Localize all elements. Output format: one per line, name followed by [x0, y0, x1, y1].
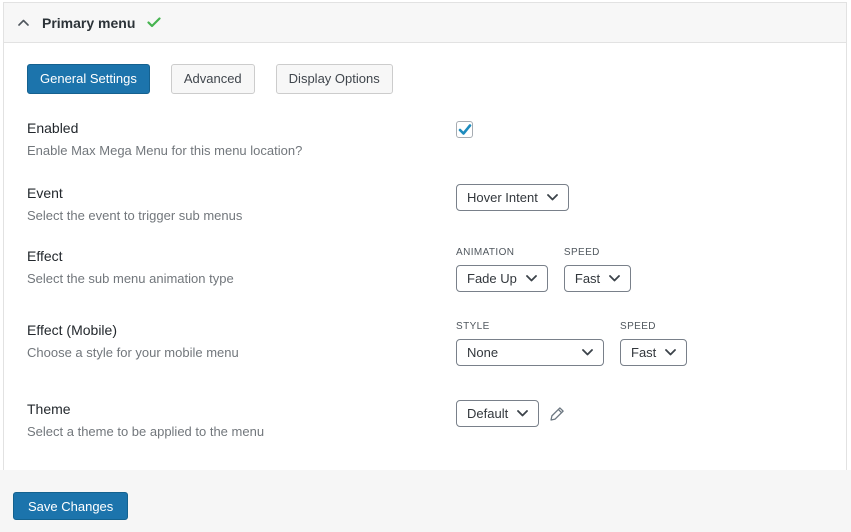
effect-speed-select[interactable]: Fast [564, 265, 631, 292]
primary-menu-panel: Primary menu General Settings Advanced D… [3, 2, 847, 470]
setting-row-event: Event Select the event to trigger sub me… [27, 184, 826, 224]
effect-label: Effect [27, 247, 456, 266]
effect-description: Select the sub menu animation type [27, 270, 456, 287]
event-label: Event [27, 184, 456, 203]
chevron-up-icon[interactable] [18, 19, 29, 26]
mobile-speed-select[interactable]: Fast [620, 339, 687, 366]
save-changes-button[interactable]: Save Changes [13, 492, 128, 520]
theme-description: Select a theme to be applied to the menu [27, 423, 456, 440]
enabled-checkbox[interactable] [456, 121, 473, 138]
setting-row-effect-mobile: Effect (Mobile) Choose a style for your … [27, 321, 826, 366]
edit-theme-button[interactable] [549, 405, 566, 422]
chevron-down-icon [609, 275, 620, 282]
panel-header[interactable]: Primary menu [4, 3, 846, 43]
enabled-description: Enable Max Mega Menu for this menu locat… [27, 142, 456, 159]
tab-advanced[interactable]: Advanced [171, 64, 255, 94]
effect-mobile-label: Effect (Mobile) [27, 321, 456, 340]
mobile-speed-value: Fast [631, 345, 656, 360]
theme-select-value: Default [467, 406, 508, 421]
tab-bar: General Settings Advanced Display Option… [27, 64, 826, 94]
animation-mini-label: ANIMATION [456, 247, 548, 258]
event-select-value: Hover Intent [467, 190, 538, 205]
style-mini-label: STYLE [456, 321, 604, 332]
panel-body: General Settings Advanced Display Option… [4, 43, 846, 470]
chevron-down-icon [526, 275, 537, 282]
tab-display-options[interactable]: Display Options [276, 64, 393, 94]
tab-general-settings[interactable]: General Settings [27, 64, 150, 94]
chevron-down-icon [582, 349, 593, 356]
mobile-style-value: None [467, 345, 498, 360]
speed-mini-label: SPEED [564, 247, 631, 258]
chevron-down-icon [547, 194, 558, 201]
setting-row-enabled: Enabled Enable Max Mega Menu for this me… [27, 119, 826, 159]
setting-row-theme: Theme Select a theme to be applied to th… [27, 400, 826, 440]
speed-mini-label: SPEED [620, 321, 687, 332]
chevron-down-icon [665, 349, 676, 356]
checkbox-check-icon [458, 124, 472, 136]
effect-animation-select[interactable]: Fade Up [456, 265, 548, 292]
event-description: Select the event to trigger sub menus [27, 207, 456, 224]
enabled-label: Enabled [27, 119, 456, 138]
mobile-style-select[interactable]: None [456, 339, 604, 366]
setting-row-effect: Effect Select the sub menu animation typ… [27, 247, 826, 292]
theme-label: Theme [27, 400, 456, 419]
panel-title: Primary menu [42, 15, 135, 31]
effect-mobile-description: Choose a style for your mobile menu [27, 344, 456, 361]
effect-animation-value: Fade Up [467, 271, 517, 286]
check-icon [147, 17, 161, 28]
event-select[interactable]: Hover Intent [456, 184, 569, 211]
pencil-icon [549, 405, 566, 422]
theme-select[interactable]: Default [456, 400, 539, 427]
effect-speed-value: Fast [575, 271, 600, 286]
chevron-down-icon [517, 410, 528, 417]
panel-footer: Save Changes [0, 470, 851, 532]
